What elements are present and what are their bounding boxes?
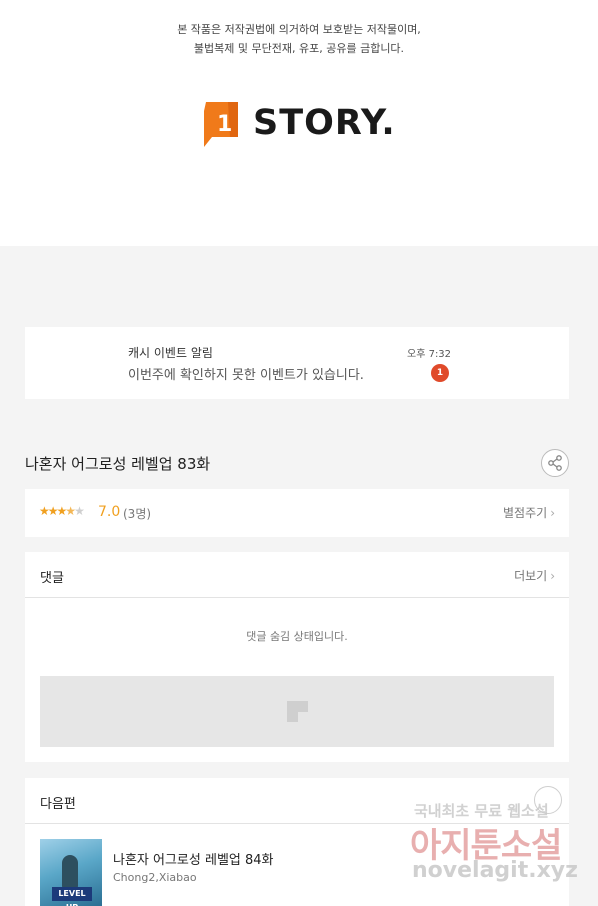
watermark-line-3: novelagit.xyz: [412, 858, 578, 883]
next-episode-author: Chong2,Xiabao: [113, 871, 197, 884]
thumbnail-character: [62, 855, 78, 889]
brand-logo: 1 STORY.: [200, 99, 410, 149]
star-icon: ★: [56, 504, 68, 518]
comments-more-button[interactable]: 더보기 ›: [514, 567, 555, 584]
ad-placeholder-icon: [287, 701, 308, 722]
comments-title: 댓글: [40, 571, 64, 586]
half-star-icon: ★: [65, 504, 76, 518]
push-message: 이번주에 확인하지 못한 이벤트가 있습니다.: [128, 368, 364, 383]
episode-title: 나혼자 어그로성 레벨업 83화: [25, 455, 211, 473]
chevron-right-icon: ›: [550, 569, 555, 583]
comments-hidden-message: 댓글 숨김 상태입니다.: [246, 630, 348, 643]
star-icon: ★: [47, 504, 59, 518]
rating-card: ★★★★★ 7.0 (3명) 별점주기 ›: [25, 489, 569, 537]
push-time: 오후 7:32: [407, 349, 452, 360]
star-icon: ★: [39, 504, 50, 518]
unread-badge: 1: [431, 364, 449, 382]
ad-placeholder[interactable]: [40, 676, 554, 747]
comments-card: 댓글 더보기 › 댓글 숨김 상태입니다.: [25, 552, 569, 762]
chevron-right-icon: ›: [550, 506, 555, 520]
share-icon: [548, 455, 562, 471]
thumbnail-title-logo: LEVEL UP: [52, 887, 92, 906]
copyright-header: 본 작품은 저작권법에 의거하여 보호받는 저작물이며, 불법복제 및 무단전재…: [0, 0, 598, 246]
copyright-notice: 본 작품은 저작권법에 의거하여 보호받는 저작물이며, 불법복제 및 무단전재…: [0, 20, 598, 58]
watermark: 국내최초 무료 웹소설 아지툰소설 novelagit.xyz: [408, 798, 578, 890]
rate-button[interactable]: 별점주기 ›: [503, 504, 555, 521]
empty-star-icon: ★: [74, 504, 85, 518]
rating-score: 7.0: [98, 504, 121, 520]
next-episode-title[interactable]: 나혼자 어그로성 레벨업 84화: [113, 849, 274, 868]
notice-line-2: 불법복제 및 무단전재, 유포, 공유를 금합니다.: [193, 42, 405, 55]
notice-line-1: 본 작품은 저작권법에 의거하여 보호받는 저작물이며,: [177, 23, 421, 36]
more-label: 더보기: [514, 569, 548, 583]
star-rating: ★★★★★: [39, 504, 85, 518]
rating-count: (3명): [123, 507, 152, 521]
push-notification-card[interactable]: 캐시 이벤트 알림 오후 7:32 이번주에 확인하지 못한 이벤트가 있습니다…: [25, 327, 569, 399]
rate-button-label: 별점주기: [503, 506, 548, 520]
logo-number: 1: [217, 112, 232, 137]
logo-mark-icon: 1: [204, 102, 238, 147]
comments-header: 댓글 더보기 ›: [25, 552, 569, 598]
share-button[interactable]: [541, 449, 569, 477]
next-episode-section-title: 다음편: [40, 797, 76, 812]
push-title: 캐시 이벤트 알림: [128, 346, 213, 360]
logo-text: STORY.: [253, 103, 396, 143]
next-episode-thumbnail[interactable]: LEVEL UP: [40, 839, 102, 906]
